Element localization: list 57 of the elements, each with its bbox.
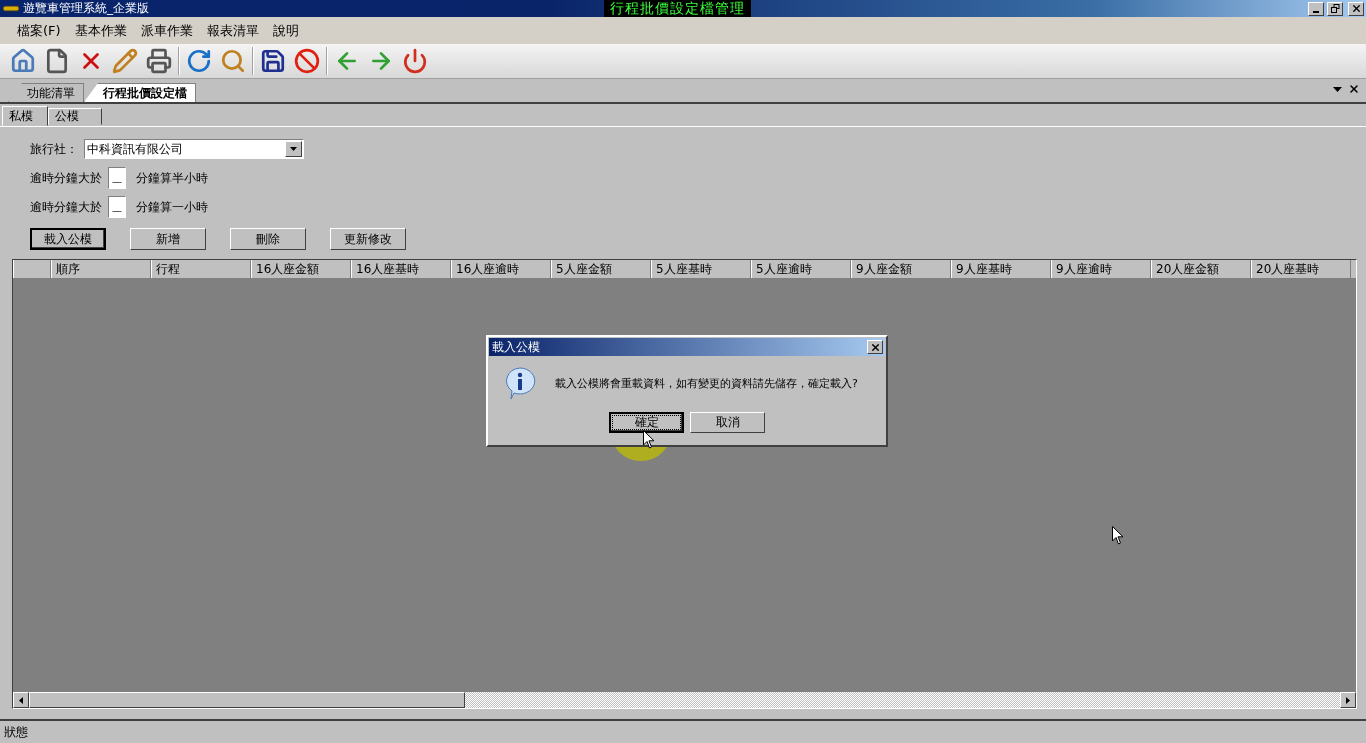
printer-icon [146,48,172,74]
close-button[interactable] [1348,1,1364,16]
scroll-right-button[interactable] [1340,692,1356,708]
stop-icon [294,48,320,74]
minutes-field[interactable]: __ [108,196,126,218]
field-label: 分鐘算半小時 [136,169,208,187]
document-icon [44,48,70,74]
document-tab[interactable]: 行程批價設定檔 [84,83,196,102]
minimize-icon [1313,10,1319,13]
stop-button[interactable] [292,46,322,76]
agency-dropdown[interactable]: 中科資訊有限公司 [84,139,304,159]
refresh-icon [186,48,212,74]
search-icon [220,48,246,74]
dialog-button[interactable]: 確定 [609,412,684,433]
tab[interactable]: 私模 [2,106,48,126]
menu-item[interactable]: 檔案(F) [10,21,68,40]
scroll-left-button[interactable] [13,692,29,708]
mouse-pointer-icon [1112,526,1124,545]
menu-item[interactable]: 說明 [265,21,306,40]
action-button[interactable]: 新增 [130,228,206,250]
save-icon [260,48,286,74]
restore-icon [1330,4,1340,13]
field-label: 旅行社： [30,140,78,158]
info-icon [503,366,537,400]
dropdown-arrow-icon[interactable] [1333,86,1342,92]
horizontal-scrollbar[interactable] [13,692,1356,708]
menu-item[interactable]: 基本作業 [67,21,134,40]
field-label: 逾時分鐘大於 [30,198,102,216]
home-icon [10,48,36,74]
minimize-button[interactable] [1308,1,1324,16]
action-button[interactable]: 刪除 [230,228,306,250]
tab[interactable]: 公模 [48,108,102,125]
printer-button[interactable] [144,46,174,76]
close-icon[interactable] [1348,83,1360,95]
pencil-button[interactable] [110,46,140,76]
document-tab[interactable]: 功能清單 [8,83,84,102]
menu-item[interactable]: 派車作業 [133,21,200,40]
field-label: 分鐘算一小時 [136,198,208,216]
right-arrow-icon [1346,696,1350,704]
action-button[interactable]: 更新修改 [330,228,406,250]
dialog-button[interactable]: 取消 [690,412,765,433]
action-button[interactable]: 載入公模 [30,228,106,250]
close-button[interactable] [867,340,883,354]
minutes-field[interactable]: __ [108,167,126,189]
close-icon [869,341,881,353]
power-icon [402,48,428,74]
pencil-icon [112,48,138,74]
restore-button[interactable] [1327,1,1343,16]
field-label: 逾時分鐘大於 [30,169,102,187]
left-arrow-icon [19,696,23,704]
window-title: 遊覽車管理系統_企業版 [23,0,149,17]
caption-overlay: 行程批價設定檔管理 [604,0,751,17]
dialog-title: 載入公模 [492,338,540,356]
status-bar: 狀態 [0,719,1366,743]
dialog-message: 載入公模將會重載資料，如有變更的資料請先儲存，確定載入? [555,375,858,391]
menu-item[interactable]: 報表清單 [199,21,266,40]
close-icon [1350,3,1362,14]
